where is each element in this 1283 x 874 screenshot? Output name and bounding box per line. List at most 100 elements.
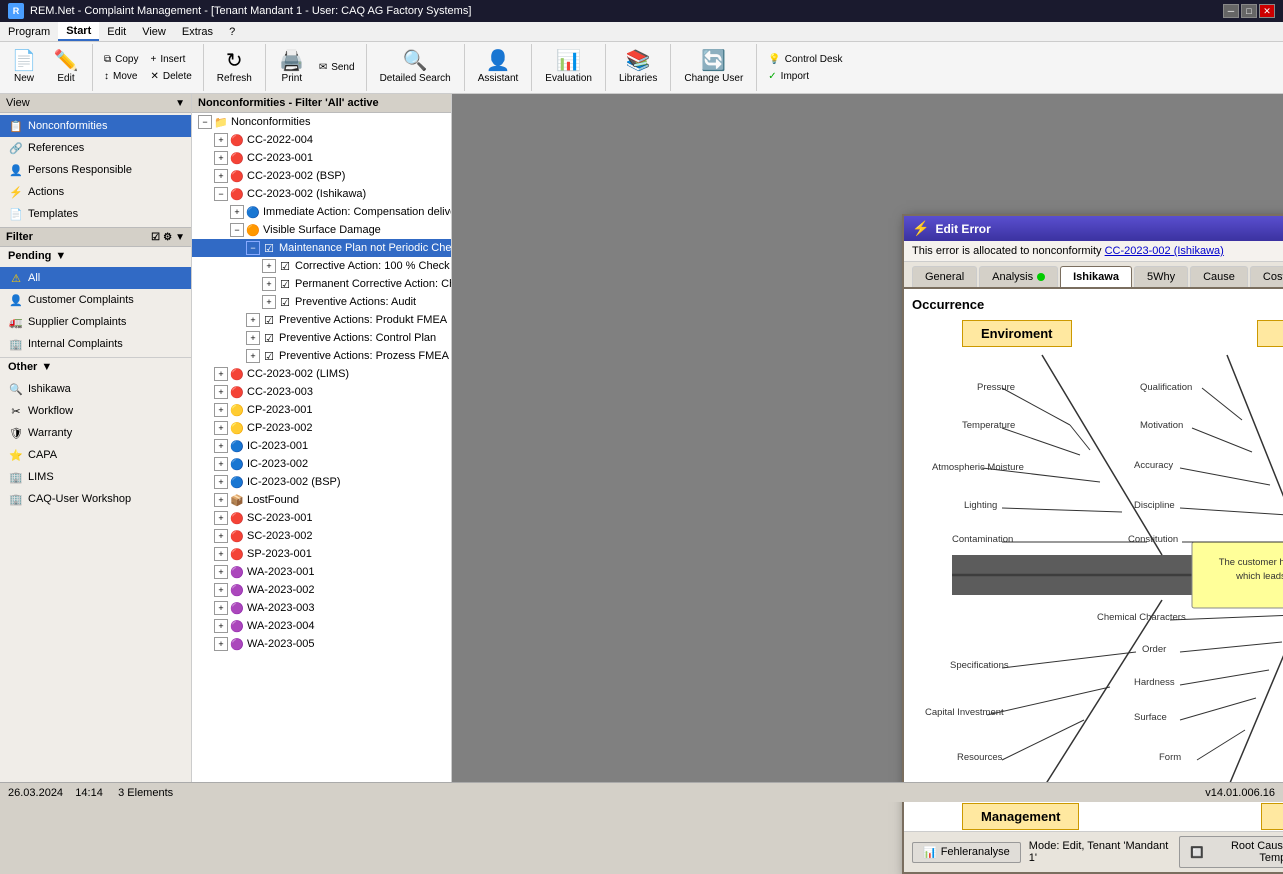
tree-item-prev-control[interactable]: + ☑ Preventive Actions: Control Plan	[192, 329, 451, 347]
menu-start[interactable]: Start	[58, 22, 99, 41]
sidebar-item-capa[interactable]: ⭐ CAPA	[0, 444, 191, 466]
expand-nonconformities[interactable]: −	[198, 115, 212, 129]
edit-button[interactable]: ✏️ Edit	[46, 46, 86, 90]
tree-item-wa-004[interactable]: + 🟣 WA-2023-004	[192, 617, 451, 635]
tree-item-sc-001[interactable]: + 🔴 SC-2023-001	[192, 509, 451, 527]
expand-ic-bsp[interactable]: +	[214, 475, 228, 489]
minimize-btn[interactable]: ─	[1223, 4, 1239, 18]
sidebar-item-ishikawa[interactable]: 🔍 Ishikawa	[0, 378, 191, 400]
expand-sp-001[interactable]: +	[214, 547, 228, 561]
expand-wa-005[interactable]: +	[214, 637, 228, 651]
expand-corrective-100[interactable]: +	[262, 259, 276, 273]
tree-item-cc-2022-004[interactable]: + 🔴 CC-2022-004	[192, 131, 451, 149]
expand-cc-2023-002-bsp[interactable]: +	[214, 169, 228, 183]
tree-item-wa-003[interactable]: + 🟣 WA-2023-003	[192, 599, 451, 617]
expand-surface[interactable]: −	[230, 223, 244, 237]
refresh-button[interactable]: ↻ Refresh	[210, 46, 259, 90]
tree-item-maintenance-plan[interactable]: − ☑ Maintenance Plan not Periodic Checke…	[192, 239, 451, 257]
tree-item-prev-fmea[interactable]: + ☑ Preventive Actions: Produkt FMEA	[192, 311, 451, 329]
delete-button[interactable]: ✕ Delete	[146, 69, 197, 84]
tab-ishikawa[interactable]: Ishikawa	[1060, 266, 1132, 287]
tree-item-ic-001[interactable]: + 🔵 IC-2023-001	[192, 437, 451, 455]
expand-immediate[interactable]: +	[230, 205, 244, 219]
tree-item-wa-001[interactable]: + 🟣 WA-2023-001	[192, 563, 451, 581]
sidebar-item-actions[interactable]: ⚡ Actions	[0, 181, 191, 203]
print-button[interactable]: 🖨️ Print	[272, 46, 312, 90]
tree-item-visible-surface[interactable]: − 🟠 Visible Surface Damage	[192, 221, 451, 239]
menu-view[interactable]: View	[134, 22, 174, 41]
menu-program[interactable]: Program	[0, 22, 58, 41]
expand-cp-001[interactable]: +	[214, 403, 228, 417]
tab-general[interactable]: General	[912, 266, 977, 287]
change-user-button[interactable]: 🔄 Change User	[677, 46, 750, 90]
sidebar-item-references[interactable]: 🔗 References	[0, 137, 191, 159]
sidebar-item-caq-workshop[interactable]: 🏢 CAQ-User Workshop	[0, 488, 191, 510]
tab-5why[interactable]: 5Why	[1134, 266, 1188, 287]
expand-wa-003[interactable]: +	[214, 601, 228, 615]
tree-item-ic-002[interactable]: + 🔵 IC-2023-002	[192, 455, 451, 473]
close-btn[interactable]: ✕	[1259, 4, 1275, 18]
tree-item-prev-prozess[interactable]: + ☑ Preventive Actions: Prozess FMEA	[192, 347, 451, 365]
expand-perm-corrective[interactable]: +	[262, 277, 276, 291]
pending-header[interactable]: Pending ▼	[0, 247, 191, 265]
subtitle-link[interactable]: CC-2023-002 (Ishikawa)	[1105, 245, 1224, 257]
libraries-button[interactable]: 📚 Libraries	[612, 46, 664, 90]
insert-button[interactable]: + Insert	[146, 52, 197, 67]
expand-ic-001[interactable]: +	[214, 439, 228, 453]
maximize-btn[interactable]: □	[1241, 4, 1257, 18]
expand-prev-audit[interactable]: +	[262, 295, 276, 309]
control-desk-button[interactable]: 💡 Control Desk	[763, 52, 847, 67]
sidebar-item-nonconformities[interactable]: 📋 Nonconformities	[0, 115, 191, 137]
filter-checkbox[interactable]: ☑	[151, 232, 160, 243]
tree-item-immediate-action[interactable]: + 🔵 Immediate Action: Compensation deliv…	[192, 203, 451, 221]
sidebar-item-all[interactable]: ⚠ All	[0, 267, 191, 289]
menu-help[interactable]: ?	[221, 22, 243, 41]
sidebar-item-workflow[interactable]: ✂ Workflow	[0, 400, 191, 422]
tree-item-cc-2023-002-bsp[interactable]: + 🔴 CC-2023-002 (BSP)	[192, 167, 451, 185]
expand-wa-002[interactable]: +	[214, 583, 228, 597]
copy-button[interactable]: ⧉ Copy	[99, 52, 144, 67]
menu-extras[interactable]: Extras	[174, 22, 221, 41]
expand-prev-fmea[interactable]: +	[246, 313, 260, 327]
send-button[interactable]: ✉ Send	[314, 60, 360, 75]
expand-wa-004[interactable]: +	[214, 619, 228, 633]
expand-lostfound[interactable]: +	[214, 493, 228, 507]
expand-ic-002[interactable]: +	[214, 457, 228, 471]
new-button[interactable]: 📄 New	[4, 46, 44, 90]
expand-prev-prozess[interactable]: +	[246, 349, 260, 363]
view-header-arrow[interactable]: ▼	[175, 98, 185, 109]
tree-item-corrective-100[interactable]: + ☑ Corrective Action: 100 % Check	[192, 257, 451, 275]
expand-sc-002[interactable]: +	[214, 529, 228, 543]
expand-cp-002[interactable]: +	[214, 421, 228, 435]
sidebar-item-supplier[interactable]: 🚛 Supplier Complaints	[0, 311, 191, 333]
tree-item-perm-corrective[interactable]: + ☑ Permanent Corrective Action: Chan...	[192, 275, 451, 293]
tree-item-cc-2023-001[interactable]: + 🔴 CC-2023-001	[192, 149, 451, 167]
tree-item-nonconformities[interactable]: − 📁 Nonconformities	[192, 113, 451, 131]
move-button[interactable]: ↕ Move	[99, 69, 144, 84]
sidebar-item-warranty[interactable]: 🛡 Warranty	[0, 422, 191, 444]
sidebar-item-persons[interactable]: 👤 Persons Responsible	[0, 159, 191, 181]
tree-item-cp-002[interactable]: + 🟡 CP-2023-002	[192, 419, 451, 437]
tree-item-cp-001[interactable]: + 🟡 CP-2023-001	[192, 401, 451, 419]
detailed-search-button[interactable]: 🔍 Detailed Search	[373, 46, 458, 90]
expand-lims[interactable]: +	[214, 367, 228, 381]
expand-sc-001[interactable]: +	[214, 511, 228, 525]
tree-item-wa-005[interactable]: + 🟣 WA-2023-005	[192, 635, 451, 653]
evaluation-button[interactable]: 📊 Evaluation	[538, 46, 599, 90]
import-button[interactable]: ✓ Import	[763, 69, 847, 84]
expand-maintenance[interactable]: −	[246, 241, 260, 255]
tab-analysis[interactable]: Analysis	[979, 266, 1058, 287]
expand-wa-001[interactable]: +	[214, 565, 228, 579]
tree-item-sp-001[interactable]: + 🔴 SP-2023-001	[192, 545, 451, 563]
tab-costs[interactable]: Costs	[1250, 266, 1283, 287]
tree-item-cc-2023-002-ishikawa[interactable]: − 🔴 CC-2023-002 (Ishikawa)	[192, 185, 451, 203]
tree-item-wa-002[interactable]: + 🟣 WA-2023-002	[192, 581, 451, 599]
expand-cc-2023-001[interactable]: +	[214, 151, 228, 165]
tree-item-prev-audit[interactable]: + ☑ Preventive Actions: Audit	[192, 293, 451, 311]
filter-expand-icon[interactable]: ▼	[175, 232, 185, 243]
expand-cc-2022-004[interactable]: +	[214, 133, 228, 147]
expand-cc-2023-002-ish[interactable]: −	[214, 187, 228, 201]
assistant-button[interactable]: 👤 Assistant	[471, 46, 526, 90]
tab-cause[interactable]: Cause	[1190, 266, 1248, 287]
sidebar-item-templates[interactable]: 📄 Templates	[0, 203, 191, 225]
